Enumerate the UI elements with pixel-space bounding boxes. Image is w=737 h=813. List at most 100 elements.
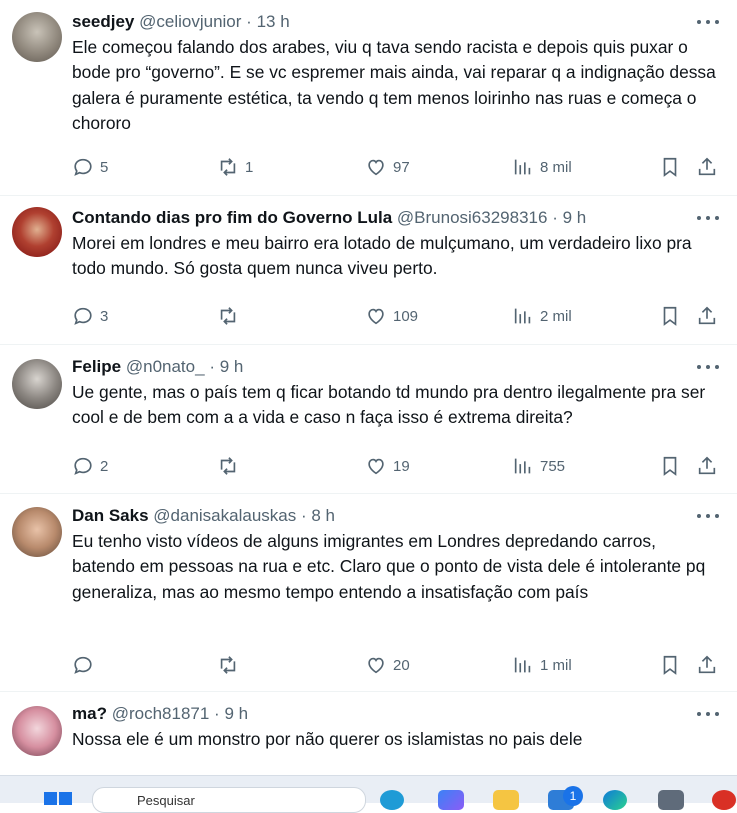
notification-badge: 1 [563, 786, 583, 806]
views-button[interactable]: 2 mil [512, 304, 572, 328]
display-name[interactable]: Felipe [72, 357, 121, 376]
timestamp[interactable]: 9 h [220, 357, 244, 376]
display-name[interactable]: Contando dias pro fim do Governo Lula [72, 208, 392, 227]
bookmark-button[interactable] [659, 155, 681, 179]
more-icon[interactable] [697, 706, 719, 722]
tweet-header: Dan Saks @danisakalauskas · 8 h [72, 506, 335, 525]
reply-count: 5 [100, 158, 109, 176]
tweet[interactable]: Contando dias pro fim do Governo Lula @B… [0, 196, 737, 345]
display-name[interactable]: seedjey [72, 12, 134, 31]
repost-button[interactable]: 1 [217, 155, 253, 179]
repost-icon [220, 307, 236, 325]
windows-start-icon[interactable] [44, 792, 74, 806]
share-icon [698, 456, 716, 475]
repost-button[interactable] [217, 653, 245, 677]
avatar[interactable] [12, 507, 62, 557]
bookmark-button[interactable] [659, 304, 681, 328]
reply-button[interactable]: 5 [72, 155, 108, 179]
views-count: 2 mil [540, 307, 572, 325]
reply-button[interactable] [72, 653, 100, 677]
views-button[interactable]: 8 mil [512, 155, 572, 179]
timestamp[interactable]: 8 h [311, 506, 335, 525]
tweet-actions: 2 19 755 [72, 454, 723, 478]
share-icon [698, 655, 716, 674]
display-name[interactable]: Dan Saks [72, 506, 149, 525]
more-icon[interactable] [697, 359, 719, 375]
avatar[interactable] [12, 207, 62, 257]
timestamp[interactable]: 13 h [257, 12, 290, 31]
share-button[interactable] [696, 454, 718, 478]
timestamp[interactable]: 9 h [563, 208, 587, 227]
views-count: 1 mil [540, 656, 572, 674]
bookmark-button[interactable] [659, 653, 681, 677]
share-button[interactable] [696, 653, 718, 677]
handle[interactable]: @Brunosi63298316 [397, 208, 548, 227]
bookmark-icon [663, 655, 677, 675]
like-icon [368, 657, 384, 674]
views-button[interactable]: 755 [512, 454, 565, 478]
tweet[interactable]: Felipe @n0nato_ · 9 h Ue gente, mas o pa… [0, 345, 737, 494]
reply-icon [74, 158, 92, 176]
avatar[interactable] [12, 12, 62, 62]
tweet-header: Felipe @n0nato_ · 9 h [72, 357, 244, 376]
tweet-text: Ue gente, mas o país tem q ficar botando… [72, 382, 706, 428]
views-icon [514, 159, 531, 175]
handle[interactable]: @danisakalauskas [153, 506, 296, 525]
like-icon [368, 308, 384, 325]
bookmark-icon [663, 306, 677, 326]
views-count: 8 mil [540, 158, 572, 176]
repost-button[interactable] [217, 454, 245, 478]
share-button[interactable] [696, 155, 718, 179]
tweet[interactable]: seedjey @celiovjunior · 13 h Ele começou… [0, 0, 737, 196]
share-icon [698, 157, 716, 176]
display-name[interactable]: ma? [72, 704, 107, 723]
tweet[interactable]: ma? @roch81871 · 9 h Nossa ele é um mons… [0, 692, 737, 775]
more-icon[interactable] [697, 14, 719, 30]
reply-button[interactable]: 2 [72, 454, 108, 478]
like-button[interactable]: 20 [365, 653, 410, 677]
repost-button[interactable] [217, 304, 245, 328]
avatar[interactable] [12, 706, 62, 756]
tweet-text: Ele começou falando dos arabes, viu q ta… [72, 37, 716, 133]
taskbar-search-input[interactable]: Pesquisar [92, 787, 366, 813]
more-icon[interactable] [697, 508, 719, 524]
avatar[interactable] [12, 359, 62, 409]
reply-count: 2 [100, 457, 109, 475]
tweet-actions: 3 109 2 mil [72, 304, 723, 328]
file-explorer-icon[interactable] [493, 790, 519, 810]
tweet[interactable]: Dan Saks @danisakalauskas · 8 h Eu tenho… [0, 494, 737, 692]
copilot-icon[interactable] [438, 790, 464, 810]
reply-icon [74, 307, 92, 325]
like-button[interactable]: 19 [365, 454, 410, 478]
like-button[interactable]: 109 [365, 304, 418, 328]
chrome-icon[interactable] [712, 790, 736, 810]
edge-icon[interactable] [603, 790, 627, 810]
more-icon[interactable] [697, 210, 719, 226]
tweet-text: Eu tenho visto vídeos de alguns imigrant… [72, 531, 706, 602]
like-button[interactable]: 97 [365, 155, 410, 179]
tweet-actions: 20 1 mil [72, 653, 723, 677]
like-icon [368, 159, 384, 176]
reply-button[interactable]: 3 [72, 304, 108, 328]
like-count: 19 [393, 457, 410, 475]
views-icon [514, 657, 531, 673]
taskbar-search-text: Pesquisar [137, 793, 195, 808]
bookmark-button[interactable] [659, 454, 681, 478]
tweet-text: Morei em londres e meu bairro era lotado… [72, 233, 692, 279]
like-count: 20 [393, 656, 410, 674]
repost-icon [220, 158, 236, 176]
task-view-icon[interactable] [380, 790, 404, 810]
handle[interactable]: @n0nato_ [126, 357, 205, 376]
bookmark-icon [663, 456, 677, 476]
handle[interactable]: @celiovjunior [139, 12, 241, 31]
views-button[interactable]: 1 mil [512, 653, 572, 677]
like-icon [368, 458, 384, 475]
timestamp[interactable]: 9 h [224, 704, 248, 723]
taskbar: Pesquisar [0, 775, 737, 813]
handle[interactable]: @roch81871 [112, 704, 210, 723]
reply-icon [74, 656, 92, 674]
tweet-header: ma? @roch81871 · 9 h [72, 704, 249, 723]
share-button[interactable] [696, 304, 718, 328]
store-icon[interactable] [658, 790, 684, 810]
views-count: 755 [540, 457, 566, 475]
